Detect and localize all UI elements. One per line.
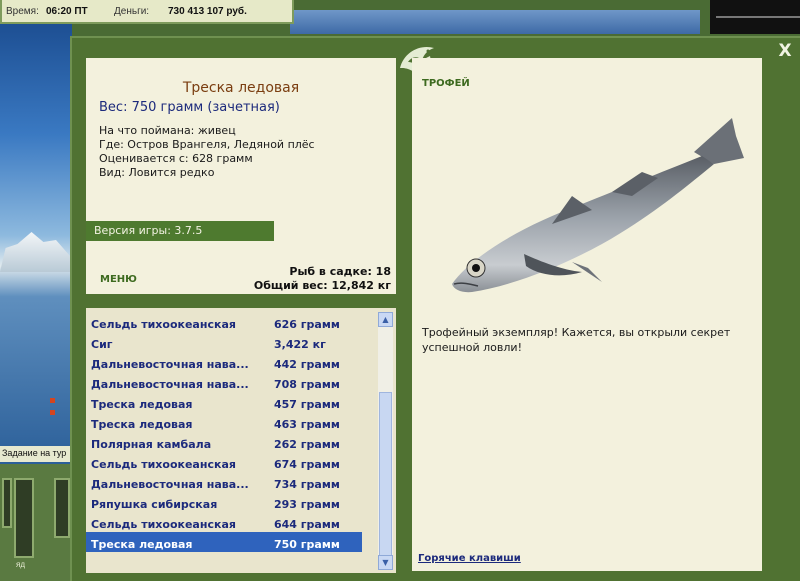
catch-fish-weight: 442 грамм — [274, 358, 340, 371]
fish-weight: Вес: 750 грамм (зачетная) — [99, 100, 280, 115]
fish-info-panel: Треска ледовая Вес: 750 грамм (зачетная)… — [86, 58, 396, 294]
trophy-message: Трофейный экземпляр! Кажется, вы открыли… — [422, 326, 731, 354]
catch-fish-name: Треска ледовая — [91, 398, 193, 411]
catch-row[interactable]: Сельдь тихоокеанская 644 грамм — [86, 512, 362, 532]
catch-row[interactable]: Сельдь тихоокеанская 626 грамм — [86, 312, 362, 332]
catch-fish-weight: 262 грамм — [274, 438, 340, 451]
bottom-left-label: яд — [16, 560, 25, 569]
catch-fish-name: Сельдь тихоокеанская — [91, 458, 236, 471]
catch-row[interactable]: Треска ледовая 463 грамм — [86, 412, 362, 432]
catch-fish-weight: 734 грамм — [274, 478, 340, 491]
bait-line: На что поймана: живец — [99, 124, 236, 137]
catch-fish-weight: 644 грамм — [274, 518, 340, 531]
catch-fish-weight: 750 грамм — [274, 538, 340, 551]
catch-row[interactable]: Дальневосточная нава... 442 грамм — [86, 352, 362, 372]
catch-fish-weight: 3,422 кг — [274, 338, 326, 351]
catch-fish-weight: 626 грамм — [274, 318, 340, 331]
menu-button[interactable]: МЕНЮ — [100, 274, 137, 285]
catch-fish-name: Сиг — [91, 338, 113, 351]
trophy-panel: ТРОФЕЙ Трофейный экземпляр! Кажется, вы … — [412, 58, 762, 571]
control-slot[interactable] — [54, 478, 70, 538]
hotkeys-link[interactable]: Горячие клавиши — [418, 553, 521, 564]
sea-scenery-strip — [290, 10, 700, 34]
catch-fish-weight: 457 грамм — [274, 398, 340, 411]
catch-row[interactable]: Ряпушка сибирская 293 грамм — [86, 492, 362, 512]
task-label[interactable]: Задание на тур — [0, 446, 72, 462]
catch-fish-weight: 708 грамм — [274, 378, 340, 391]
catch-row[interactable]: Треска ледовая 750 грамм — [86, 532, 362, 552]
money-value: 730 413 107 руб. — [168, 6, 247, 17]
catch-list[interactable]: Сельдь тихоокеанская 626 грамм Сиг 3,422 кг… — [86, 308, 396, 573]
close-button[interactable]: X — [776, 42, 794, 60]
scroll-up-arrow-icon[interactable]: ▲ — [378, 312, 393, 327]
keep-net-count: Рыб в садке: 18 — [289, 265, 391, 278]
version-bar-stub — [274, 221, 396, 241]
catch-fish-weight: 293 грамм — [274, 498, 340, 511]
catch-row[interactable]: Сиг 3,422 кг — [86, 332, 362, 352]
catch-row[interactable]: Дальневосточная нава... 708 грамм — [86, 372, 362, 392]
fish-name: Треска ледовая — [182, 80, 300, 96]
catch-fish-name: Дальневосточная нава... — [91, 478, 249, 491]
time-value: 06:20 ПТ — [46, 6, 88, 17]
left-control-panel — [0, 464, 72, 581]
scroll-thumb[interactable] — [379, 392, 392, 556]
catch-fish-name: Дальневосточная нава... — [91, 358, 249, 371]
catch-row[interactable]: Дальневосточная нава... 734 грамм — [86, 472, 362, 492]
scroll-down-arrow-icon[interactable]: ▼ — [378, 555, 393, 570]
catch-fish-name: Треска ледовая — [91, 418, 193, 431]
version-bar: Версия игры: 3.7.5 — [86, 221, 274, 241]
close-icon: X — [778, 41, 792, 61]
location-line: Где: Остров Врангеля, Ледяной плёс — [99, 138, 315, 151]
catch-fish-name: Дальневосточная нава... — [91, 378, 249, 391]
divider-line — [716, 16, 800, 18]
catch-row[interactable]: Полярная камбала 262 грамм — [86, 432, 362, 452]
float-marker — [50, 398, 55, 403]
catch-fish-name: Треска ледовая — [91, 538, 193, 551]
fish-image — [452, 118, 744, 293]
catch-fish-name: Сельдь тихоокеанская — [91, 318, 236, 331]
money-label: Деньги: — [114, 6, 150, 17]
rating-line: Оценивается с: 628 грамм — [99, 152, 253, 165]
control-slot[interactable] — [2, 478, 12, 528]
control-slot[interactable] — [14, 478, 34, 558]
keep-net-weight: Общий вес: 12,842 кг — [253, 279, 391, 292]
float-marker — [50, 410, 55, 415]
catch-row[interactable]: Треска ледовая 457 грамм — [86, 392, 362, 412]
status-bar: Время: 06:20 ПТ Деньги: 730 413 107 руб. — [0, 0, 294, 24]
time-label: Время: — [6, 6, 39, 17]
catch-fish-weight: 463 грамм — [274, 418, 340, 431]
rarity-line: Вид: Ловится редко — [99, 166, 215, 179]
catch-fish-name: Ряпушка сибирская — [91, 498, 218, 511]
catch-row[interactable]: Сельдь тихоокеанская 674 грамм — [86, 452, 362, 472]
catch-fish-weight: 674 грамм — [274, 458, 340, 471]
catch-fish-name: Полярная камбала — [91, 438, 212, 451]
catch-fish-name: Сельдь тихоокеанская — [91, 518, 236, 531]
